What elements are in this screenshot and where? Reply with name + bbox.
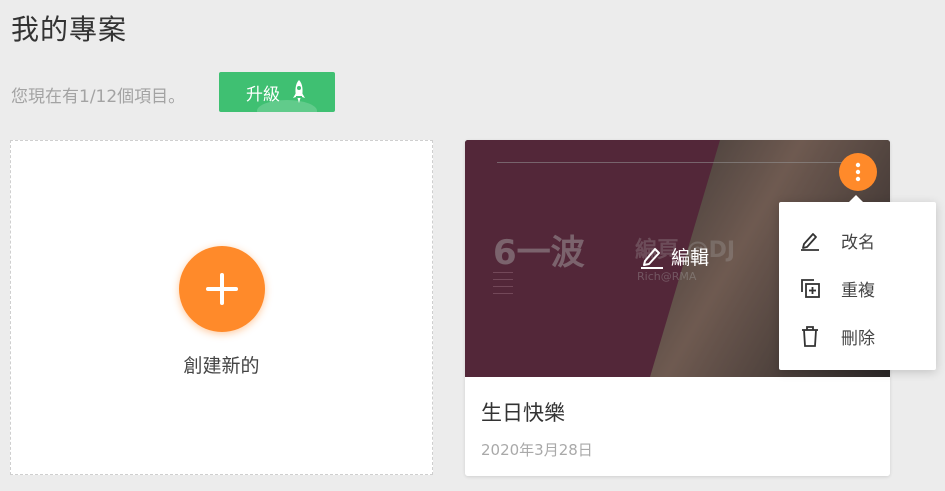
create-new-card[interactable]: 創建新的: [10, 140, 433, 475]
plus-icon[interactable]: [179, 246, 265, 332]
edit-button[interactable]: 編輯: [639, 243, 709, 270]
create-new-label: 創建新的: [183, 355, 260, 377]
project-context-menu: 改名 重複 刪除: [779, 195, 936, 370]
pencil-icon: [801, 233, 819, 251]
duplicate-icon: [801, 279, 820, 298]
menu-item-delete[interactable]: 刪除: [779, 312, 936, 360]
edit-label: 編輯: [671, 247, 710, 269]
project-name[interactable]: 生日快樂: [481, 397, 565, 427]
upgrade-button[interactable]: 升級: [219, 72, 335, 112]
more-vertical-icon: [855, 162, 861, 182]
project-card-footer: 生日快樂 2020年3月28日: [465, 377, 890, 476]
project-date: 2020年3月28日: [481, 441, 593, 459]
trash-icon: [802, 326, 818, 347]
rocket-icon: [293, 80, 305, 103]
menu-item-label: 改名: [841, 232, 875, 253]
menu-item-label: 刪除: [841, 328, 875, 349]
menu-item-duplicate[interactable]: 重複: [779, 264, 936, 312]
more-options-button[interactable]: [839, 153, 877, 191]
menu-item-label: 重複: [841, 280, 875, 301]
page-title: 我的專案: [11, 13, 128, 46]
edit-icon: [641, 247, 663, 269]
menu-item-rename[interactable]: 改名: [779, 216, 936, 264]
project-quota-text: 您現在有1/12個項目。: [11, 87, 186, 107]
